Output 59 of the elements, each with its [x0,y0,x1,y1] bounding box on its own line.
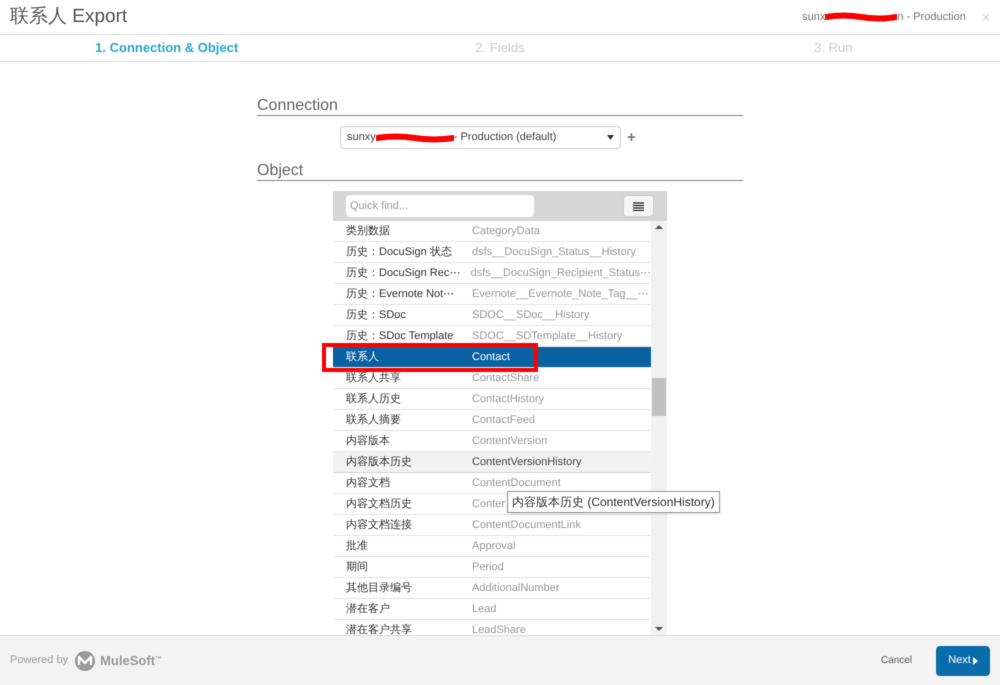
object-label: 联系人摘要 [345,412,402,428]
object-api-name: Approval [472,538,516,554]
object-label: 潜在客户共享 [345,622,413,635]
object-label: 内容版本 [345,434,391,449]
object-row[interactable]: 内容版本历史 ContentVersionHistory [333,452,651,473]
object-api-name: dsfs__DocuSign_Status__History [472,244,636,260]
object-api-name: ContentVersionHistory [472,454,582,470]
object-label: 批准 [345,538,369,554]
section-heading: Connection [257,97,338,114]
object-api-name: Period [472,560,504,575]
window-title: 联系人 Export [10,4,128,29]
object-api-name: Conter [472,496,506,512]
object-api-name: ContactShare [472,370,540,386]
tooltip: 内容版本历史 (ContentVersionHistory) [507,491,720,513]
mulesoft-logo-icon [74,650,96,672]
object-api-name: CategoryData [472,224,540,239]
environment-label: n - Production [897,10,966,25]
object-api-name: LeadShare [472,622,526,635]
object-api-name: Contact [472,350,510,365]
object-api-name: ContactHistory [472,392,544,407]
object-label: 内容文档历史 [345,496,413,512]
object-label: 内容文档 [345,476,391,491]
quick-find-field[interactable]: Quick find... [346,195,534,217]
play-icon [972,656,978,664]
object-label: 其他目录编号 [345,580,413,596]
object-api-name: dsfs__DocuSign_Recipient_Status⋯ [470,266,651,281]
object-api-name: ContentVersion [472,434,548,449]
dropdown-caret-icon [607,135,614,140]
section-heading: Object [257,162,304,179]
powered-by-text: Powered by [10,653,68,668]
object-api-name: ContactFeed [472,412,535,428]
menu-button[interactable] [623,195,654,217]
object-label: 历史：SDoc [345,308,407,323]
object-label: 历史：DocuSign Rec⋯ [345,266,462,281]
object-label: 期间 [345,560,369,575]
object-label: 内容版本历史 [345,454,413,470]
object-api-name: ContentDocument [472,476,561,491]
next-button[interactable]: Next [936,646,990,676]
object-label: 类别数据 [345,224,391,239]
object-label: 联系人共享 [345,370,402,386]
object-api-name: ContentDocumentLink [472,518,581,533]
object-label: 内容文档连接 [345,518,413,533]
object-label: 历史：Evernote Not⋯ [345,286,456,302]
connection-select[interactable]: sunxy - Production (default) [340,126,621,149]
cancel-button[interactable]: Cancel [880,653,912,668]
object-label: 历史：DocuSign 状态 [345,244,453,260]
object-label: 历史：SDoc Template [345,328,454,344]
object-label: 潜在客户 [345,602,391,617]
add-connection-button[interactable]: + [627,130,636,145]
object-label: 联系人 [345,350,380,365]
object-row[interactable]: 联系人 Contact [333,347,651,368]
brand-name: MuleSoft$^{™}$ [100,652,162,670]
object-api-name: AdditionalNumber [472,580,560,596]
menu-icon [633,202,644,210]
object-api-name: Lead [472,602,496,617]
object-api-name: SDOC__SDoc__History [472,308,590,323]
object-label: 联系人历史 [345,392,402,407]
object-api-name: Evernote__Evernote_Note_Tag__⋯ [472,286,649,302]
object-api-name: SDOC__SDTemplate__History [472,328,622,344]
